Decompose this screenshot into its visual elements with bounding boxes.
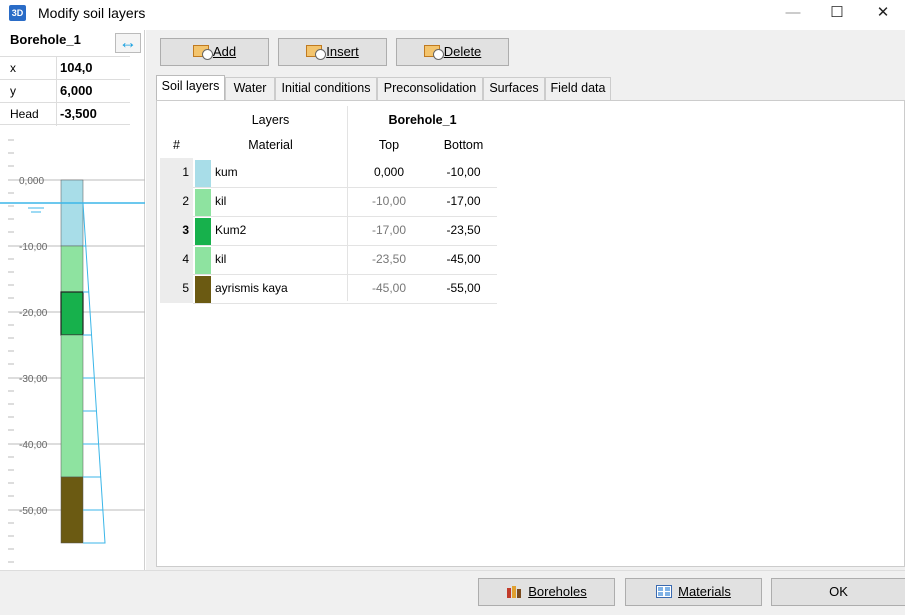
- soil-layer-kil-2: [60, 334, 84, 478]
- pore-pressure-diagram: [82, 202, 106, 544]
- add-button[interactable]: Add: [160, 38, 269, 66]
- top-cell[interactable]: -45,00: [348, 274, 430, 303]
- borehole-group-header: Borehole_1: [388, 113, 457, 127]
- minimize-icon[interactable]: —: [770, 2, 816, 24]
- axis-label: -30,00: [19, 374, 48, 385]
- top-cell[interactable]: 0,000: [348, 158, 430, 187]
- x-value[interactable]: 104,0: [60, 60, 93, 75]
- soil-layer-kum2: [60, 291, 84, 336]
- top-cell[interactable]: -10,00: [348, 187, 430, 216]
- tab-initial-conditions[interactable]: Initial conditions: [275, 77, 377, 100]
- material-cell[interactable]: ayrismis kaya: [215, 274, 288, 303]
- boreholes-button[interactable]: Boreholes: [478, 578, 615, 606]
- top-cell[interactable]: -23,50: [348, 245, 430, 274]
- x-label: x: [10, 61, 16, 75]
- bottom-cell[interactable]: -55,00: [430, 274, 497, 303]
- bottom-cell[interactable]: -45,00: [430, 245, 497, 274]
- row-number: 4: [160, 245, 193, 274]
- add-layer-icon: [192, 45, 213, 60]
- axis-label: -40,00: [19, 440, 48, 451]
- y-label: y: [10, 84, 16, 98]
- material-color-swatch: [195, 189, 211, 216]
- table-row[interactable]: 2 kil -10,00 -17,00: [160, 187, 497, 216]
- material-cell[interactable]: kil: [215, 187, 226, 216]
- tab-field-data[interactable]: Field data: [545, 77, 611, 100]
- tab-preconsolidation[interactable]: Preconsolidation: [377, 77, 483, 100]
- axis-label: -50,00: [19, 506, 48, 517]
- app-icon: 3D: [9, 5, 26, 21]
- table-row[interactable]: 5 ayrismis kaya -45,00 -55,00: [160, 274, 497, 303]
- soil-layer-kum: [60, 179, 84, 247]
- bottom-cell[interactable]: -17,00: [430, 187, 497, 216]
- materials-icon: [656, 585, 673, 598]
- maximize-icon[interactable]: ☐: [814, 2, 860, 24]
- row-number: 2: [160, 187, 193, 216]
- tab-surfaces[interactable]: Surfaces: [483, 77, 545, 100]
- borehole-name: Borehole_1: [10, 32, 81, 47]
- head-label: Head: [10, 107, 39, 121]
- bottom-column-header: Bottom: [443, 138, 484, 152]
- layers-group-header: Layers: [251, 113, 290, 127]
- y-value[interactable]: 6,000: [60, 83, 93, 98]
- borehole-x-row: x 104,0: [0, 56, 130, 80]
- row-number: 3: [160, 216, 193, 245]
- close-icon[interactable]: ✕: [860, 2, 905, 24]
- row-number: 1: [160, 158, 193, 187]
- material-color-swatch: [195, 276, 211, 303]
- material-color-swatch: [195, 218, 211, 245]
- tab-water[interactable]: Water: [225, 77, 275, 100]
- soil-layer-kil: [60, 245, 84, 293]
- material-column-header: Material: [248, 138, 293, 152]
- material-cell[interactable]: kil: [215, 245, 226, 274]
- top-column-header: Top: [378, 138, 400, 152]
- row-number: 5: [160, 274, 193, 303]
- main-panel: Add Insert Delete Soil layers Water Init…: [146, 30, 905, 570]
- delete-button[interactable]: Delete: [396, 38, 509, 66]
- axis-label: -20,00: [19, 308, 48, 319]
- dialog-footer: Boreholes Materials OK: [0, 570, 905, 615]
- material-color-swatch: [195, 247, 211, 274]
- bottom-cell[interactable]: -23,50: [430, 216, 497, 245]
- window-title: Modify soil layers: [38, 5, 146, 21]
- title-bar: 3D Modify soil layers — ☐ ✕: [0, 0, 905, 26]
- soil-layer-ayrismis-kaya: [60, 476, 84, 544]
- material-cell[interactable]: kum: [215, 158, 238, 187]
- swap-arrows-icon[interactable]: ↔: [115, 33, 141, 53]
- ok-button[interactable]: OK: [771, 578, 905, 606]
- delete-layer-icon: [423, 45, 444, 60]
- top-cell[interactable]: -17,00: [348, 216, 430, 245]
- table-row[interactable]: 1 kum 0,000 -10,00: [160, 158, 497, 187]
- borehole-column-diagram: 0,000 -10,00 -20,00 -30,00 -40,00 -50,00: [0, 139, 145, 563]
- borehole-head-row: Head -3,500: [0, 102, 130, 126]
- tab-soil-layers[interactable]: Soil layers: [156, 75, 225, 101]
- water-level-icon: [28, 207, 44, 213]
- head-value[interactable]: -3,500: [60, 106, 97, 121]
- borehole-y-row: y 6,000: [0, 79, 130, 103]
- material-cell[interactable]: Kum2: [215, 216, 246, 245]
- materials-button[interactable]: Materials: [625, 578, 762, 606]
- axis-label: 0,000: [19, 176, 44, 187]
- material-color-swatch: [195, 160, 211, 187]
- table-row[interactable]: 4 kil -23,50 -45,00: [160, 245, 497, 274]
- borehole-panel: Borehole_1 ↔ x 104,0 y 6,000 Head -3,500: [0, 30, 145, 570]
- insert-layer-icon: [306, 45, 327, 60]
- axis-label: -10,00: [19, 242, 48, 253]
- insert-button[interactable]: Insert: [278, 38, 387, 66]
- num-column-header: #: [173, 138, 180, 152]
- table-row[interactable]: 3 Kum2 -17,00 -23,50: [160, 216, 497, 245]
- boreholes-icon: [507, 586, 522, 598]
- soil-layers-tab-content: Layers Borehole_1 # Material Top Bottom …: [156, 100, 905, 567]
- bottom-cell[interactable]: -10,00: [430, 158, 497, 187]
